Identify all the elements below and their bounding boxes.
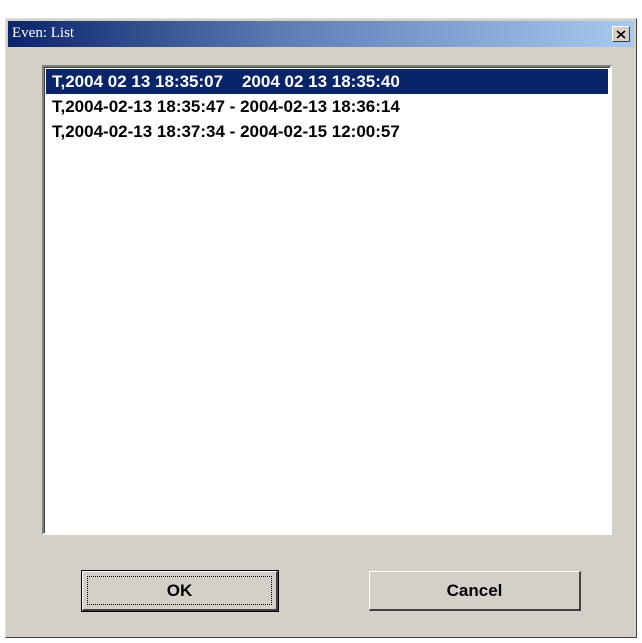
cancel-button[interactable]: Cancel — [369, 571, 581, 611]
ok-button[interactable]: OK — [81, 570, 279, 612]
window-title: Even: List — [12, 25, 75, 41]
event-list-dialog: Even: List T,2004 02 13 18:35:07 2004 02… — [5, 18, 637, 638]
cancel-button-label: Cancel — [446, 580, 503, 600]
close-icon — [616, 29, 626, 39]
title-bar[interactable]: Even: List — [8, 21, 634, 47]
focus-ring — [87, 576, 272, 605]
event-listbox[interactable]: T,2004 02 13 18:35:07 2004 02 13 18:35:4… — [42, 65, 612, 535]
list-item[interactable]: T,2004-02-13 18:35:47 - 2004-02-13 18:36… — [46, 94, 608, 119]
list-item[interactable]: T,2004 02 13 18:35:07 2004 02 13 18:35:4… — [46, 69, 608, 94]
list-item[interactable]: T,2004-02-13 18:37:34 - 2004-02-15 12:00… — [46, 119, 608, 144]
close-button[interactable] — [612, 26, 630, 42]
